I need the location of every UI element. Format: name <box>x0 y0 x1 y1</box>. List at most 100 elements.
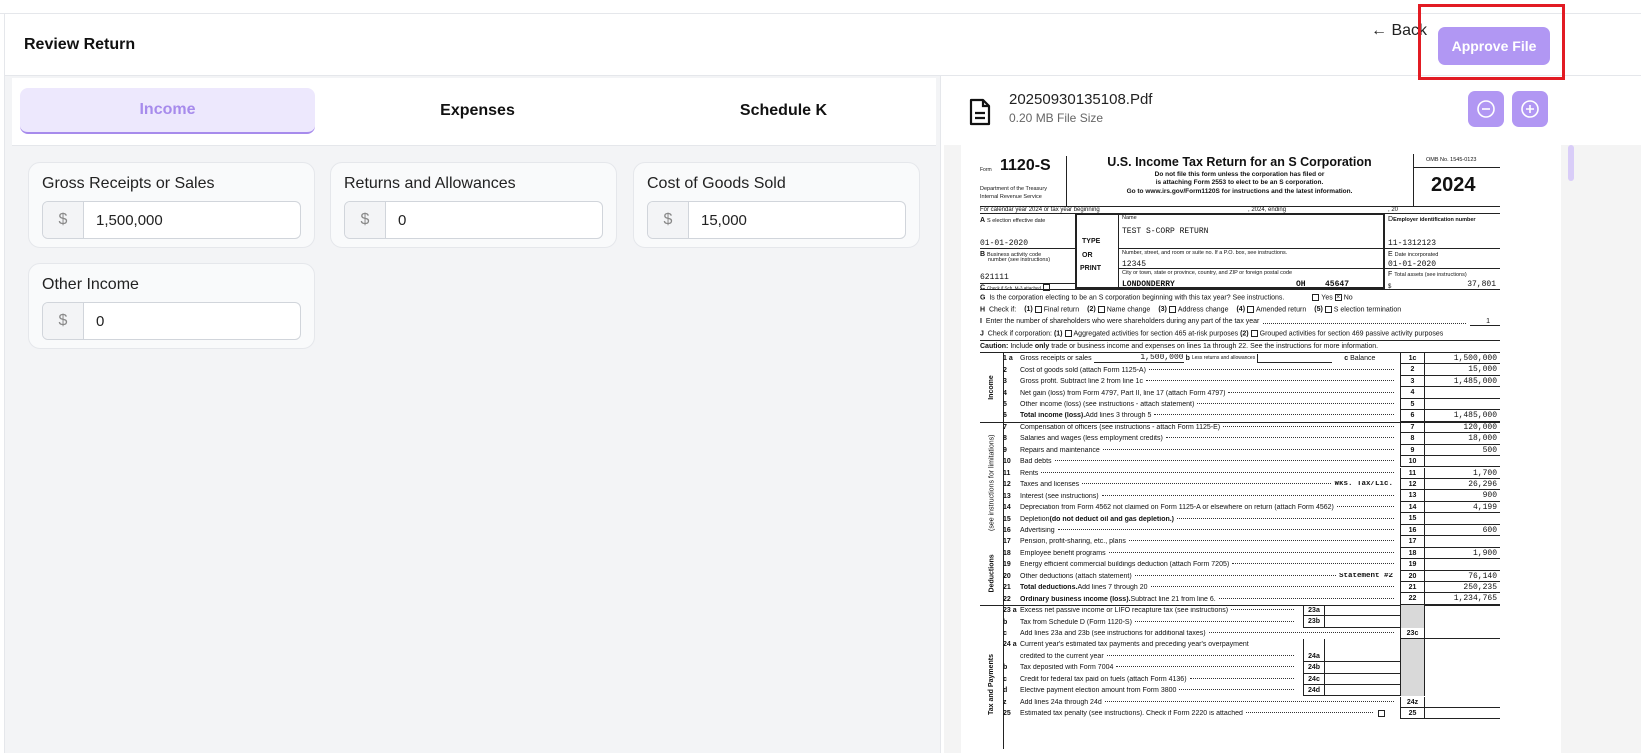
gross-receipts-value: 1,500,000 <box>1093 354 1184 364</box>
inner-amount <box>1325 662 1400 674</box>
caution-only: only <box>1034 343 1050 350</box>
g-no-checkbox[interactable]: × <box>1334 294 1342 301</box>
h-checkbox[interactable] <box>1324 306 1332 313</box>
line-number: 19 <box>1003 561 1011 569</box>
highlight-box <box>1418 4 1565 80</box>
j2-checkbox[interactable] <box>1250 330 1258 337</box>
line-note: Wks. Tax/Lic. <box>1334 480 1393 488</box>
g-yes: Yes <box>1321 294 1333 302</box>
line-label: Net gain (loss) from Form 4797, Part II,… <box>1020 389 1226 397</box>
type-label: TYPE <box>1082 238 1101 245</box>
dollar-icon: $ <box>648 202 689 238</box>
section-deductions: Deductions (see instructions for limitat… <box>980 422 1003 605</box>
h-checkbox[interactable] <box>1034 306 1042 313</box>
h-checkbox[interactable] <box>1097 306 1105 313</box>
inner-amount <box>1325 651 1400 663</box>
m3-checkbox[interactable] <box>1043 284 1051 291</box>
line-label: Repairs and maintenance <box>1020 446 1100 454</box>
gross-receipts-input[interactable] <box>84 202 284 238</box>
g-text: Is the corporation electing to be an S c… <box>989 294 1285 302</box>
form-subtitle: Do not file this form unless the corpora… <box>1154 170 1325 178</box>
h-checkbox[interactable] <box>1168 306 1176 313</box>
g-no: No <box>1343 294 1353 302</box>
line-label: Pension, profit-sharing, etc., plans <box>1020 538 1126 546</box>
zoom-in-icon <box>1521 100 1539 118</box>
scrollbar-thumb[interactable] <box>1568 145 1574 181</box>
c-label: Check if Sch. M-3 attached <box>987 285 1042 291</box>
line-amount: 4,199 <box>1425 502 1500 514</box>
h-option-label: S election termination <box>1333 306 1402 314</box>
form-line: 13 Interest (see instructions) 13 900 <box>1003 490 1500 502</box>
g-yes-checkbox[interactable] <box>1312 294 1320 301</box>
line-ref: 17 <box>1400 536 1425 548</box>
line-ref: 18 <box>1400 547 1425 560</box>
form-1120s: Form 1120-S Department of the Treasury I… <box>980 150 1500 750</box>
line-ref: 25 <box>1400 707 1425 720</box>
form-line: 3 Gross profit. Subtract line 2 from line… <box>1003 375 1500 388</box>
form-line: 15 Depletion (do not deduct oil and gas d… <box>1003 513 1500 525</box>
inner-amount <box>1325 674 1400 686</box>
form-line: 2 Cost of goods sold (attach Form 1125-A)… <box>1003 364 1500 376</box>
file-icon <box>968 98 992 131</box>
form-subtitle: Go to www.irs.gov/Form1120S for instruct… <box>1126 187 1353 195</box>
tab-income[interactable]: Income <box>20 88 315 134</box>
inner-amount <box>1325 605 1400 617</box>
line-number: 18 <box>1003 549 1011 557</box>
inner-amount <box>1325 685 1400 697</box>
line-number: 4 <box>1003 389 1007 397</box>
line-label: Current year's estimated tax payments an… <box>1020 641 1249 649</box>
form-line-1: 1 a Gross receipts or sales 1,500,000 b Le… <box>1003 353 1500 365</box>
type-label: PRINT <box>1080 265 1101 272</box>
line-label: Advertising <box>1020 526 1055 534</box>
form-2220-checkbox[interactable] <box>1378 710 1385 718</box>
returns-allowances-input[interactable] <box>386 202 586 238</box>
j1-checkbox[interactable] <box>1064 330 1072 337</box>
line-label: Add lines 3 through 5 <box>1085 412 1152 420</box>
line-label: Excess net passive income or LIFO recapt… <box>1020 607 1229 615</box>
line-ref: 21 <box>1400 582 1425 594</box>
line-label: Energy efficient commercial buildings de… <box>1020 561 1230 569</box>
line-label: Credit for federal tax paid on fuels (at… <box>1020 675 1187 683</box>
form-line: 6 Total income (loss). Add lines 3 throug… <box>1003 410 1500 422</box>
line-number: 13 <box>1003 492 1011 500</box>
e-label: Date incorporated <box>1394 252 1439 258</box>
line-number: 2 <box>1003 366 1007 374</box>
file-size: 0.20 MB File Size <box>1009 111 1104 125</box>
line-number: 7 <box>1003 423 1007 431</box>
line-number: 17 <box>1003 538 1011 546</box>
form-line: 17 Pension, profit-sharing, etc., plans 17 <box>1003 536 1500 548</box>
line-ref: 8 <box>1400 433 1425 445</box>
street-label: Number, street, and room or suite no. If… <box>1122 250 1288 256</box>
zoom-in-button[interactable] <box>1512 91 1548 127</box>
line-label: Salaries and wages (less employment cred… <box>1020 435 1163 443</box>
h-checkbox[interactable] <box>1247 306 1255 313</box>
h-option-label: Name change <box>1106 306 1151 314</box>
other-income-input[interactable] <box>84 303 284 339</box>
line-amount <box>1425 708 1500 720</box>
dollar-icon: $ <box>43 303 84 339</box>
i-text: Enter the number of shareholders who wer… <box>985 318 1260 325</box>
c-letter: C <box>980 284 986 292</box>
dollar-icon: $ <box>345 202 386 238</box>
line-number: 21 <box>1003 584 1011 592</box>
line-amount: 76,140 <box>1425 571 1500 582</box>
form-line: 22 Ordinary business income (loss). Subtr… <box>1003 593 1500 605</box>
line-label: Taxes and licenses <box>1020 481 1080 489</box>
tab-expenses[interactable]: Expenses <box>330 88 625 134</box>
omb-number: OMB No. 1545-0123 <box>1426 157 1477 163</box>
h-option-number: (1) <box>1024 306 1033 314</box>
zoom-out-button[interactable] <box>1468 91 1504 127</box>
line-amount <box>1425 697 1500 708</box>
line-number: 16 <box>1003 526 1011 534</box>
form-line: 8 Salaries and wages (less employment cre… <box>1003 433 1500 445</box>
inner-ref: 24a <box>1303 650 1325 663</box>
line-label-bold: Total income (loss). <box>1020 412 1086 420</box>
tab-schedule-k[interactable]: Schedule K <box>636 88 931 134</box>
form-line: 16 Advertising 16 600 <box>1003 524 1500 537</box>
cost-of-goods-input[interactable] <box>689 202 889 238</box>
line-label-bold: Total deductions. <box>1020 584 1078 592</box>
line-label: Depreciation from Form 4562 not claimed … <box>1020 504 1334 512</box>
form-line: 23 a Excess net passive income or LIFO re… <box>1003 604 1500 617</box>
line-ref: 13 <box>1400 490 1425 502</box>
h-option-number: (3) <box>1158 306 1167 314</box>
